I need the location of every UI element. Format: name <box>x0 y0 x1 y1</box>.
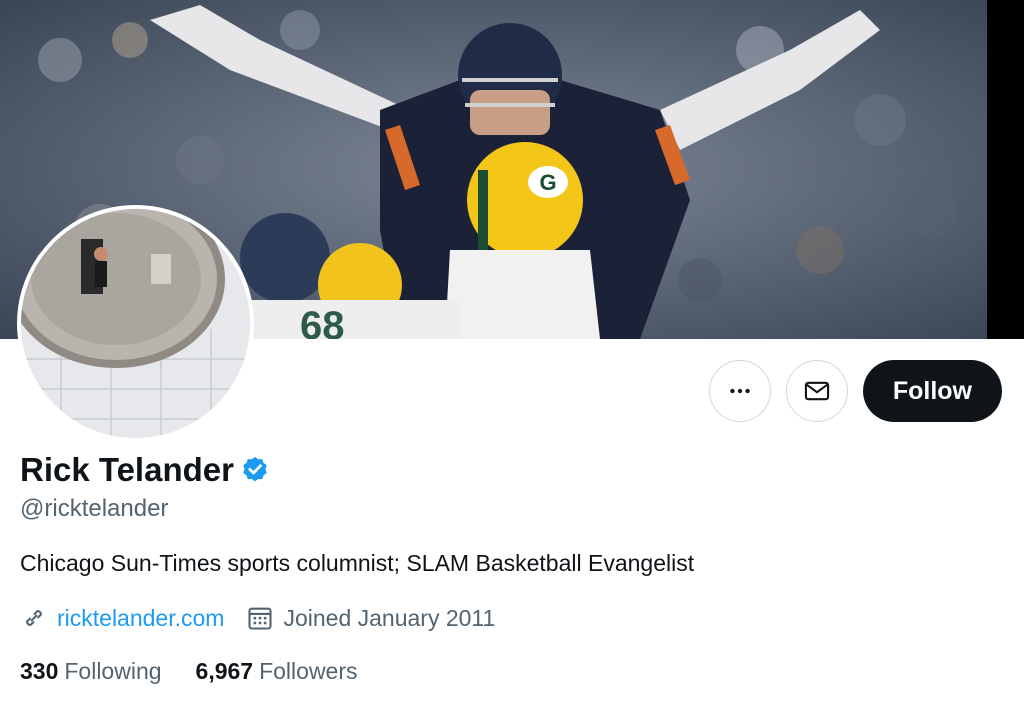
following-count: 330 <box>20 658 59 684</box>
envelope-icon <box>804 381 829 401</box>
followers-count: 6,967 <box>195 658 254 684</box>
link-icon <box>25 609 43 627</box>
following-stat[interactable]: 330 Following <box>20 658 162 685</box>
verified-badge-icon[interactable] <box>240 455 270 485</box>
profile-actions: Follow <box>708 360 1002 422</box>
svg-text:68: 68 <box>300 304 345 339</box>
website-item: ricktelander.com <box>20 604 224 632</box>
followers-stat[interactable]: 6,967 Followers <box>196 658 358 685</box>
profile-stats: 330 Following 6,967 Followers <box>20 658 358 685</box>
calendar-icon <box>248 607 273 630</box>
profile-avatar[interactable] <box>17 205 254 442</box>
joined-date: Joined January 2011 <box>283 604 496 631</box>
banner-edge <box>987 0 1024 339</box>
more-button[interactable] <box>708 360 771 422</box>
profile-handle: @ricktelander <box>20 495 169 522</box>
joined-item: Joined January 2011 <box>246 604 495 632</box>
website-link[interactable]: ricktelander.com <box>57 605 224 632</box>
avatar-photo <box>21 209 250 438</box>
profile-name-row: Rick Telander <box>20 451 270 489</box>
followers-label: Followers <box>259 658 358 684</box>
follow-button[interactable]: Follow <box>862 360 1002 422</box>
profile-meta: ricktelander.com Joined January 2011 <box>20 604 495 632</box>
svg-text:G: G <box>539 170 556 195</box>
more-horizontal-icon <box>730 388 750 394</box>
display-name: Rick Telander <box>20 451 234 488</box>
profile-bio: Chicago Sun-Times sports columnist; SLAM… <box>20 550 695 576</box>
message-button[interactable] <box>785 360 848 422</box>
following-label: Following <box>64 658 162 684</box>
